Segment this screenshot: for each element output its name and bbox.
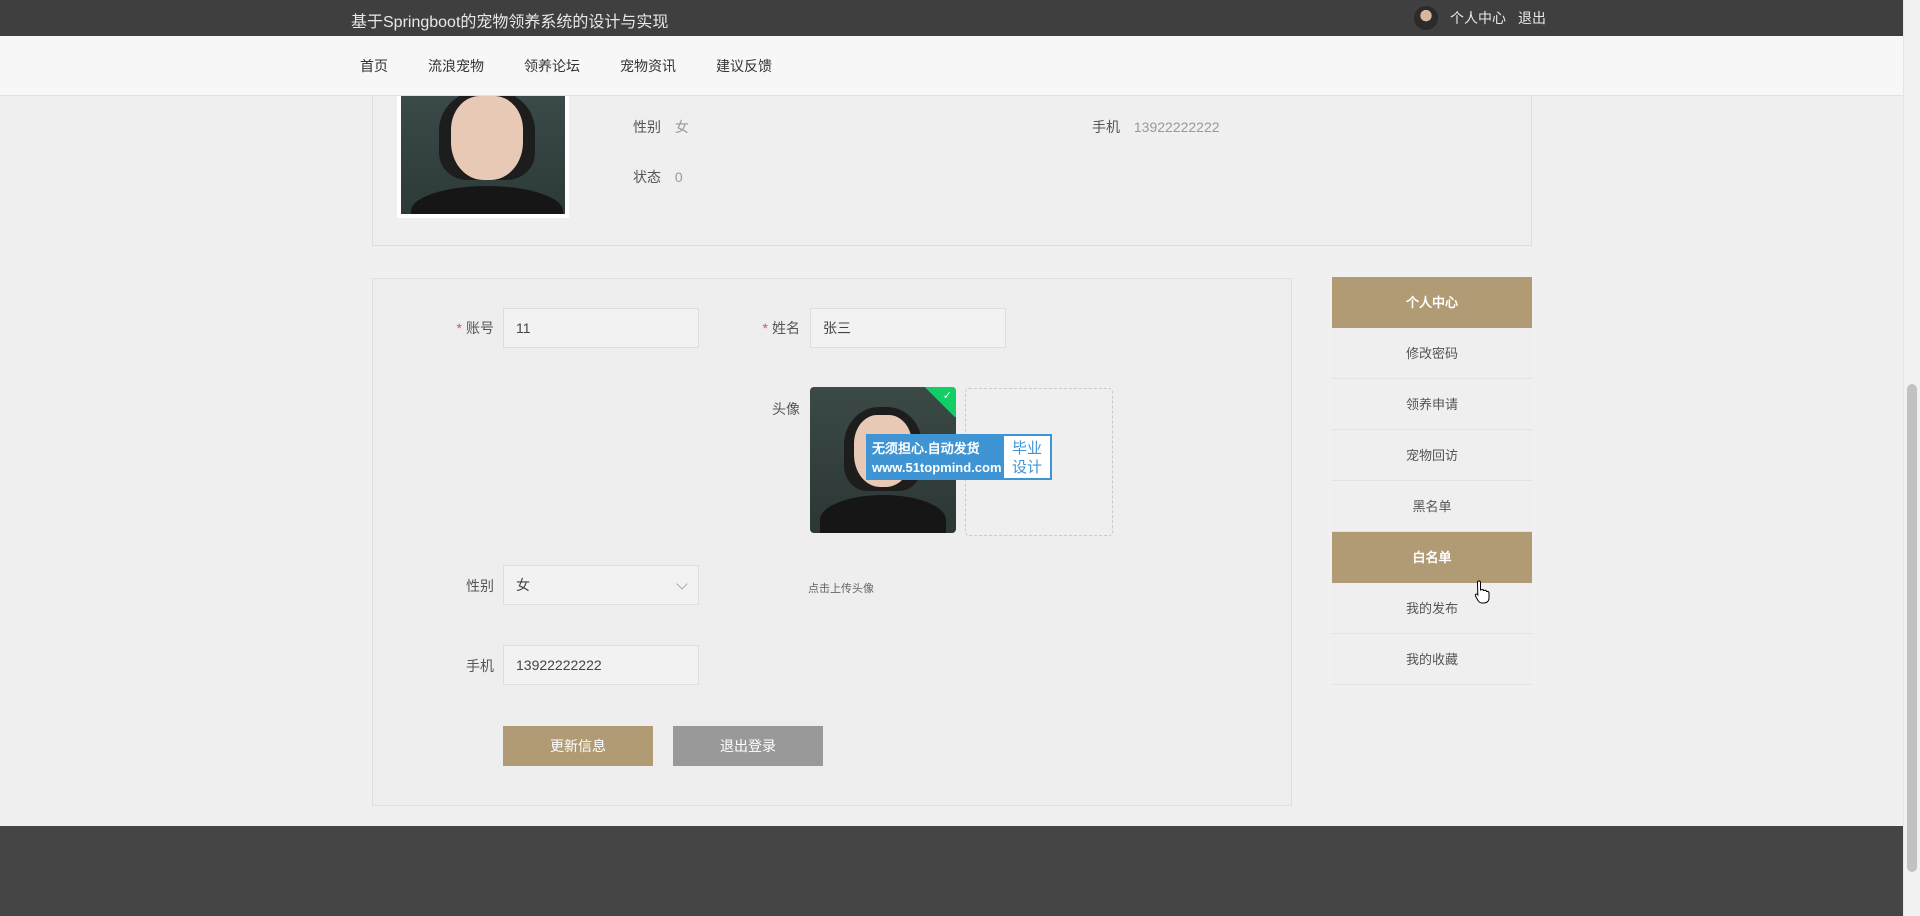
check-icon: ✓ <box>942 390 952 402</box>
profile-gender-label: 性别 <box>633 119 661 135</box>
logout-button[interactable]: 退出登录 <box>673 726 823 766</box>
profile-card: 性别 女 手机 13922222222 状态 0 <box>372 96 1532 246</box>
main-nav: 首页 流浪宠物 领养论坛 宠物资讯 建议反馈 <box>0 36 1903 96</box>
watermark-right2: 设计 <box>1011 459 1042 476</box>
nav-item-home[interactable]: 首页 <box>360 56 388 76</box>
scrollbar[interactable] <box>1903 0 1920 916</box>
profile-gender-value: 女 <box>674 119 689 135</box>
side-item-whitelist[interactable]: 白名单 <box>1332 532 1532 583</box>
nav-item-stray-pets[interactable]: 流浪宠物 <box>428 56 484 76</box>
scrollbar-thumb[interactable] <box>1907 384 1917 872</box>
account-label: * 账号 <box>456 320 494 336</box>
watermark-right1: 毕业 <box>1011 440 1042 457</box>
top-bar-user-area: 个人中心 退出 <box>1414 6 1546 30</box>
phone-label: 手机 <box>466 658 494 674</box>
hand-cursor-icon <box>1474 580 1490 604</box>
avatar[interactable] <box>1414 6 1438 30</box>
nav-item-adoption-forum[interactable]: 领养论坛 <box>524 56 580 76</box>
profile-status-value: 0 <box>674 169 683 185</box>
side-item-change-password[interactable]: 修改密码 <box>1332 328 1532 379</box>
nav-item-feedback[interactable]: 建议反馈 <box>716 56 772 76</box>
portrait-shirt <box>411 186 563 214</box>
nav-item-pet-news[interactable]: 宠物资讯 <box>620 56 676 76</box>
watermark-line1: 无须担心.自动发货 <box>872 441 980 456</box>
side-item-adoption-apply[interactable]: 领养申请 <box>1332 379 1532 430</box>
profile-photo <box>397 96 569 218</box>
phone-field[interactable]: 13922222222 <box>503 645 699 685</box>
update-info-button[interactable]: 更新信息 <box>503 726 653 766</box>
gender-select-value: 女 <box>516 577 530 593</box>
watermark-line2: www.51topmind.com <box>872 460 1002 475</box>
side-item-my-posts[interactable]: 我的发布 <box>1332 583 1532 634</box>
profile-status-row: 状态 0 <box>633 167 683 187</box>
side-item-pet-revisit[interactable]: 宠物回访 <box>1332 430 1532 481</box>
user-center-link[interactable]: 个人中心 <box>1450 8 1506 28</box>
profile-phone-value: 13922222222 <box>1133 119 1220 135</box>
portrait-face <box>451 96 523 180</box>
side-item-user-center[interactable]: 个人中心 <box>1332 277 1532 328</box>
gender-label: 性别 <box>466 578 494 594</box>
side-item-blacklist[interactable]: 黑名单 <box>1332 481 1532 532</box>
logout-link[interactable]: 退出 <box>1518 8 1546 28</box>
profile-phone-row: 手机 13922222222 <box>1092 117 1220 137</box>
account-field[interactable]: 11 <box>503 308 699 348</box>
name-field[interactable]: 张三 <box>810 308 1006 348</box>
profile-phone-label: 手机 <box>1092 119 1120 135</box>
watermark-badge: 无须担心.自动发货 www.51topmind.com 毕业 设计 <box>866 434 1052 480</box>
avatar-label: 头像 <box>772 401 800 417</box>
name-label: * 姓名 <box>762 320 800 336</box>
profile-gender-row: 性别 女 <box>633 117 689 137</box>
footer <box>0 826 1903 916</box>
gender-select[interactable]: 女 <box>503 565 699 605</box>
side-item-my-favorites[interactable]: 我的收藏 <box>1332 634 1532 685</box>
chevron-down-icon <box>676 578 688 590</box>
upload-hint: 点击上传头像 <box>808 583 874 595</box>
top-bar: 基于Springboot的宠物领养系统的设计与实现 个人中心 退出 <box>0 0 1903 36</box>
side-menu: 个人中心 修改密码 领养申请 宠物回访 黑名单 白名单 我的发布 我的收藏 <box>1332 277 1532 685</box>
portrait-shirt <box>820 495 946 533</box>
site-title: 基于Springboot的宠物领养系统的设计与实现 <box>351 14 669 31</box>
profile-status-label: 状态 <box>633 169 661 185</box>
